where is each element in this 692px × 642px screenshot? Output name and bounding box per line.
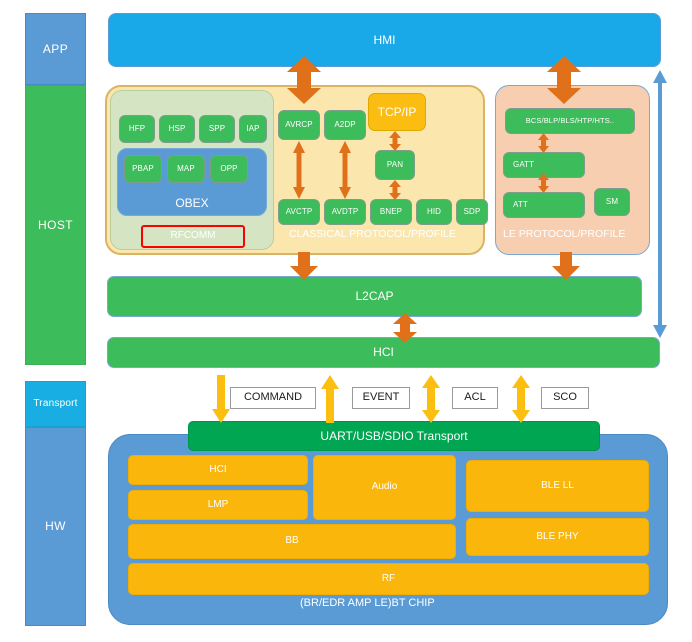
tag-event: EVENT bbox=[352, 387, 410, 409]
profile-pbap[interactable]: PBAP bbox=[124, 155, 162, 183]
profile-pbap-label: PBAP bbox=[132, 163, 154, 173]
profile-hfp[interactable]: HFP bbox=[119, 115, 155, 143]
chip-hci[interactable]: HCI bbox=[128, 455, 308, 485]
chip-rf[interactable]: RF bbox=[128, 563, 649, 595]
l2cap-label: L2CAP bbox=[355, 289, 394, 304]
arrow-pan-bnep bbox=[388, 180, 402, 200]
classical-hid[interactable]: HID bbox=[416, 199, 452, 225]
chip-rf-label: RF bbox=[381, 572, 396, 584]
rfcomm-label: RFCOMM bbox=[170, 230, 216, 242]
le-sm[interactable]: SM bbox=[594, 188, 630, 216]
arrow-command-down bbox=[211, 375, 231, 423]
arrow-leprofiles-gatt bbox=[537, 133, 550, 153]
profile-hsp[interactable]: HSP bbox=[159, 115, 195, 143]
classical-pan-label: PAN bbox=[386, 159, 404, 169]
hci-label: HCI bbox=[373, 345, 394, 360]
chip-ble-ll[interactable]: BLE LL bbox=[466, 460, 649, 512]
arrow-event-up bbox=[320, 375, 340, 423]
le-zone-label: LE PROTOCOL/PROFILE bbox=[503, 228, 626, 240]
layer-app: APP bbox=[25, 13, 86, 85]
arrow-acl-both bbox=[420, 375, 442, 423]
profile-iap[interactable]: IAP bbox=[239, 115, 267, 143]
profile-map-label: MAP bbox=[177, 163, 195, 173]
hci-bar: HCI bbox=[107, 337, 660, 368]
tag-acl-label: ACL bbox=[464, 391, 486, 404]
classical-bnep[interactable]: BNEP bbox=[370, 199, 412, 225]
layer-transport: Transport bbox=[25, 381, 86, 427]
classical-zone-label: CLASSICAL PROTOCOL/PROFILE bbox=[289, 228, 456, 240]
chip-audio-label: Audio bbox=[371, 481, 398, 493]
profile-iap-label: IAP bbox=[246, 123, 260, 133]
arrow-hmi-classical bbox=[286, 56, 322, 104]
profile-hfp-label: HFP bbox=[128, 123, 146, 133]
profile-opp-label: OPP bbox=[220, 163, 238, 173]
layer-host: HOST bbox=[25, 85, 86, 365]
chip-ble-ll-label: BLE LL bbox=[541, 479, 574, 491]
l2cap-bar: L2CAP bbox=[107, 276, 642, 317]
classical-sdp[interactable]: SDP bbox=[456, 199, 488, 225]
hmi-label: HMI bbox=[373, 32, 396, 47]
arrow-le-l2cap bbox=[551, 252, 581, 280]
profile-opp[interactable]: OPP bbox=[210, 155, 248, 183]
arrow-classical-l2cap bbox=[289, 252, 319, 280]
classical-pan[interactable]: PAN bbox=[375, 150, 415, 180]
classical-bnep-label: BNEP bbox=[379, 206, 403, 216]
chip-bb-label: BB bbox=[285, 535, 299, 547]
arrow-hmi-le bbox=[546, 56, 582, 104]
classical-avctp[interactable]: AVCTP bbox=[278, 199, 320, 225]
chip-audio[interactable]: Audio bbox=[313, 455, 456, 520]
classical-avctp-label: AVCTP bbox=[285, 206, 313, 216]
bluetooth-stack-diagram: APP HOST Transport HW HMI HFP HSP SPP IA… bbox=[0, 0, 692, 642]
arrow-a2dp-avdtp bbox=[338, 141, 352, 199]
tag-event-label: EVENT bbox=[362, 391, 400, 404]
chip-ble-phy-label: BLE PHY bbox=[536, 530, 579, 542]
arrow-tcpip-pan bbox=[388, 131, 402, 151]
profile-hsp-label: HSP bbox=[168, 123, 186, 133]
chip-lmp[interactable]: LMP bbox=[128, 490, 308, 520]
tag-command-label: COMMAND bbox=[243, 391, 303, 404]
le-profiles-label: BCS/BLP/BLS/HTP/HTS.. bbox=[525, 116, 615, 126]
tcpip-label: TCP/IP bbox=[377, 104, 417, 119]
chip-caption: (BR/EDR AMP LE)BT CHIP bbox=[300, 597, 435, 609]
chip-hci-label: HCI bbox=[209, 463, 227, 475]
classical-hid-label: HID bbox=[426, 206, 442, 216]
tag-sco-label: SCO bbox=[553, 391, 577, 404]
chip-lmp-label: LMP bbox=[207, 498, 229, 510]
profile-map[interactable]: MAP bbox=[167, 155, 205, 183]
le-gatt-label: GATT bbox=[513, 159, 535, 169]
classical-avdtp-label: AVDTP bbox=[331, 206, 359, 216]
profile-spp[interactable]: SPP bbox=[199, 115, 235, 143]
classical-a2dp[interactable]: A2DP bbox=[324, 110, 366, 140]
tcpip-block[interactable]: TCP/IP bbox=[368, 93, 426, 131]
classical-avdtp[interactable]: AVDTP bbox=[324, 199, 366, 225]
tag-command: COMMAND bbox=[230, 387, 316, 409]
arrow-sco-both bbox=[510, 375, 532, 423]
le-sm-label: SM bbox=[605, 196, 619, 206]
layer-hw-label: HW bbox=[45, 519, 66, 534]
classical-sdp-label: SDP bbox=[463, 206, 481, 216]
le-profiles-block[interactable]: BCS/BLP/BLS/HTP/HTS.. bbox=[505, 108, 635, 134]
layer-host-label: HOST bbox=[38, 217, 73, 232]
arrow-avrcp-avctp bbox=[292, 141, 306, 199]
le-att-label: ATT bbox=[513, 199, 528, 209]
uart-transport-label: UART/USB/SDIO Transport bbox=[320, 428, 468, 443]
classical-a2dp-label: A2DP bbox=[334, 119, 356, 129]
profile-spp-label: SPP bbox=[208, 123, 226, 133]
le-att[interactable]: ATT bbox=[503, 192, 585, 218]
layer-app-label: APP bbox=[42, 41, 69, 56]
chip-bb[interactable]: BB bbox=[128, 524, 456, 559]
tag-acl: ACL bbox=[452, 387, 498, 409]
classical-avrcp[interactable]: AVRCP bbox=[278, 110, 320, 140]
obex-label: OBEX bbox=[175, 196, 209, 210]
classical-avrcp-label: AVRCP bbox=[285, 119, 313, 129]
arrow-host-span-blue bbox=[652, 70, 668, 338]
tag-sco: SCO bbox=[541, 387, 589, 409]
arrow-l2cap-hci bbox=[392, 313, 418, 343]
rfcomm-block[interactable]: RFCOMM bbox=[141, 225, 245, 248]
layer-transport-label: Transport bbox=[33, 397, 78, 409]
layer-hw: HW bbox=[25, 427, 86, 626]
chip-ble-phy[interactable]: BLE PHY bbox=[466, 518, 649, 556]
uart-transport-bar: UART/USB/SDIO Transport bbox=[188, 421, 600, 451]
arrow-gatt-att bbox=[537, 173, 550, 193]
